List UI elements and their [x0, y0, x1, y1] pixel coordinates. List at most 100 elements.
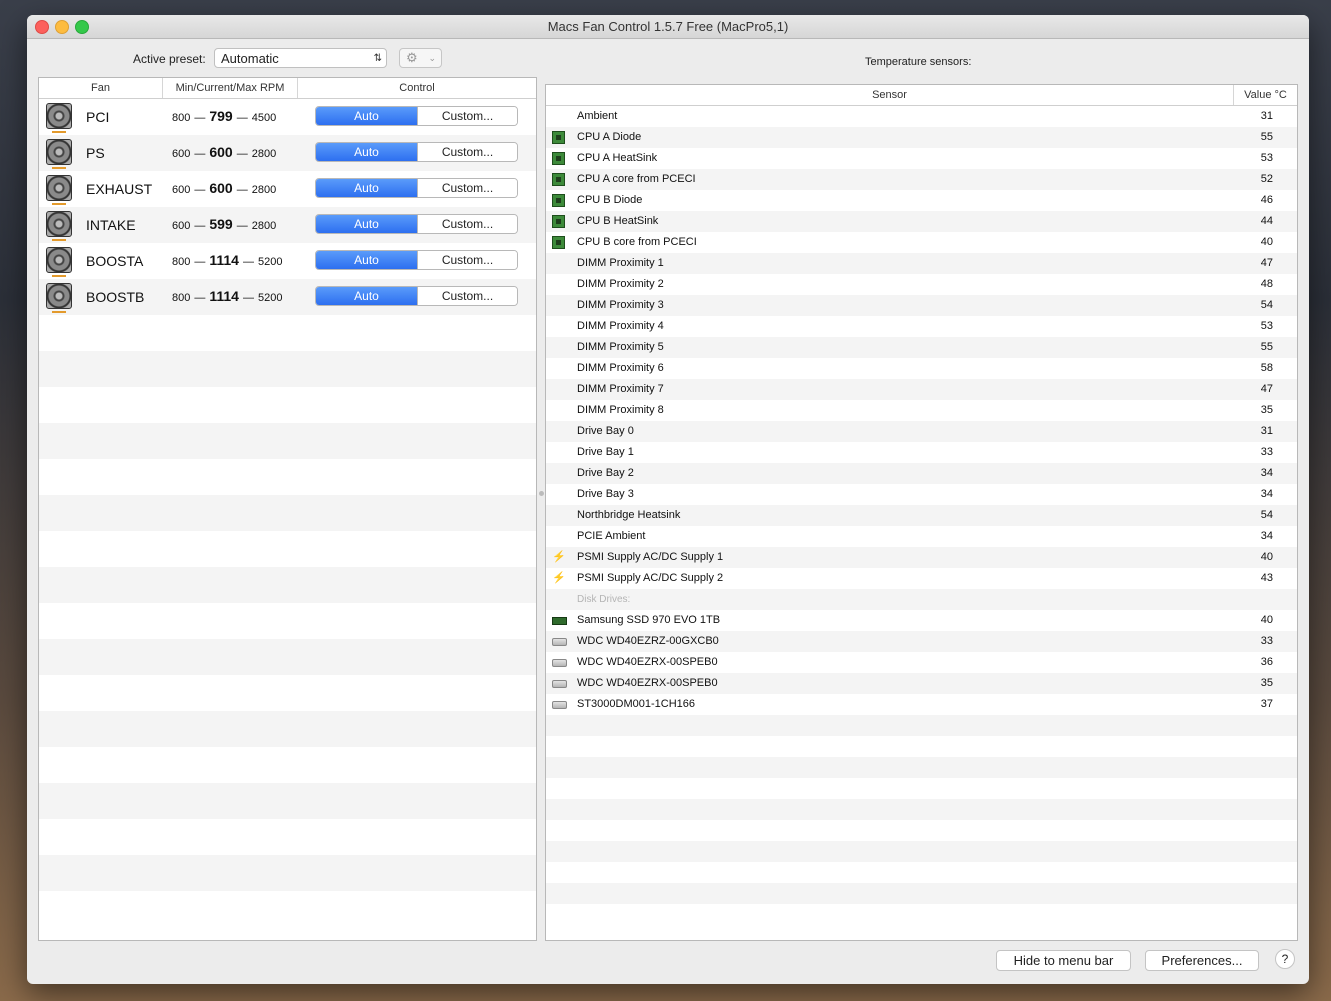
fan-rpm: 600—600—2800: [172, 144, 276, 160]
sensor-row[interactable]: CPU A Diode 55: [546, 127, 1297, 148]
app-window: Macs Fan Control 1.5.7 Free (MacPro5,1) …: [27, 15, 1309, 984]
fan-table-header: Fan Min/Current/Max RPM Control: [39, 78, 536, 99]
help-button[interactable]: ?: [1275, 949, 1295, 969]
preferences-button[interactable]: Preferences...: [1145, 950, 1259, 971]
fan-row[interactable]: PS 600—600—2800 Auto Custom...: [39, 135, 536, 171]
custom-button[interactable]: Custom...: [417, 143, 517, 161]
sensor-row[interactable]: DIMM Proximity 6 58: [546, 358, 1297, 379]
custom-button[interactable]: Custom...: [417, 251, 517, 269]
sensor-row[interactable]: Ambient 31: [546, 106, 1297, 127]
sensor-row[interactable]: CPU B HeatSink 44: [546, 211, 1297, 232]
sensor-row[interactable]: DIMM Proximity 4 53: [546, 316, 1297, 337]
sensor-name: CPU A core from PCECI: [577, 173, 696, 185]
sensor-value: 31: [1260, 110, 1273, 122]
sensor-row[interactable]: Drive Bay 3 34: [546, 484, 1297, 505]
rpm-separator: —: [236, 148, 248, 160]
fan-rpm: 600—600—2800: [172, 180, 276, 196]
column-header-value[interactable]: Value °C: [1234, 85, 1297, 105]
fan-current-rpm: 599: [209, 216, 233, 232]
sensor-row[interactable]: DIMM Proximity 1 47: [546, 253, 1297, 274]
column-header-fan[interactable]: Fan: [39, 78, 163, 98]
sensor-row[interactable]: WDC WD40EZRX-00SPEB0 36: [546, 652, 1297, 673]
close-window-button[interactable]: [35, 20, 49, 34]
preset-settings-button[interactable]: ⚙ ⌄: [399, 48, 442, 68]
sensor-row[interactable]: DIMM Proximity 3 54: [546, 295, 1297, 316]
custom-button[interactable]: Custom...: [417, 287, 517, 305]
fan-min-rpm: 600: [172, 148, 191, 160]
fan-row[interactable]: EXHAUST 600—600—2800 Auto Custom...: [39, 171, 536, 207]
fan-rpm: 800—799—4500: [172, 108, 276, 124]
split-divider-handle[interactable]: [539, 491, 544, 496]
fan-icon: [46, 103, 72, 133]
sensor-name: DIMM Proximity 2: [577, 278, 664, 290]
sensor-row[interactable]: CPU B Diode 46: [546, 190, 1297, 211]
fan-row[interactable]: INTAKE 600—599—2800 Auto Custom...: [39, 207, 536, 243]
column-header-control[interactable]: Control: [298, 78, 536, 98]
sensor-row[interactable]: DIMM Proximity 5 55: [546, 337, 1297, 358]
auto-button[interactable]: Auto: [316, 215, 417, 233]
sensor-row[interactable]: ST3000DM001-1CH166 37: [546, 694, 1297, 715]
sensor-row[interactable]: Drive Bay 0 31: [546, 421, 1297, 442]
sensor-name: CPU B core from PCECI: [577, 236, 697, 248]
column-header-rpm[interactable]: Min/Current/Max RPM: [163, 78, 298, 98]
sensor-row[interactable]: WDC WD40EZRZ-00GXCB0 33: [546, 631, 1297, 652]
empty-row: [39, 531, 536, 567]
sensor-row[interactable]: PCIE Ambient 34: [546, 526, 1297, 547]
rpm-separator: —: [194, 256, 206, 268]
fan-control-segment: Auto Custom...: [315, 250, 518, 270]
sensor-row[interactable]: ⚡ PSMI Supply AC/DC Supply 1 40: [546, 547, 1297, 568]
custom-button[interactable]: Custom...: [417, 107, 517, 125]
sensor-value: 55: [1260, 341, 1273, 353]
empty-row: [39, 747, 536, 783]
fan-max-rpm: 2800: [251, 220, 277, 232]
empty-row: [546, 862, 1297, 883]
column-header-sensor[interactable]: Sensor: [546, 85, 1234, 105]
custom-button[interactable]: Custom...: [417, 179, 517, 197]
chevron-down-icon: ⌄: [428, 53, 436, 63]
sensor-row[interactable]: DIMM Proximity 2 48: [546, 274, 1297, 295]
fan-row[interactable]: BOOSTA 800—1114—5200 Auto Custom...: [39, 243, 536, 279]
sensor-value: 37: [1260, 698, 1273, 710]
fan-row[interactable]: PCI 800—799—4500 Auto Custom...: [39, 99, 536, 135]
sensor-row[interactable]: DIMM Proximity 8 35: [546, 400, 1297, 421]
fan-rpm: 800—1114—5200: [172, 288, 282, 304]
custom-button[interactable]: Custom...: [417, 215, 517, 233]
empty-row: [546, 799, 1297, 820]
sensor-name: Drive Bay 2: [577, 467, 634, 479]
auto-button[interactable]: Auto: [316, 107, 417, 125]
rpm-separator: —: [194, 148, 206, 160]
sensor-row[interactable]: CPU A core from PCECI 52: [546, 169, 1297, 190]
sensor-row[interactable]: Drive Bay 2 34: [546, 463, 1297, 484]
sensor-name: PSMI Supply AC/DC Supply 2: [577, 572, 724, 584]
sensor-row[interactable]: Northbridge Heatsink 54: [546, 505, 1297, 526]
hard-drive-icon: [552, 659, 567, 667]
zoom-window-button[interactable]: [75, 20, 89, 34]
hide-to-menu-bar-button[interactable]: Hide to menu bar: [996, 950, 1131, 971]
minimize-window-button[interactable]: [55, 20, 69, 34]
fan-rpm: 800—1114—5200: [172, 252, 282, 268]
sensor-row[interactable]: WDC WD40EZRX-00SPEB0 35: [546, 673, 1297, 694]
empty-row: [546, 841, 1297, 862]
sensor-row[interactable]: DIMM Proximity 7 47: [546, 379, 1297, 400]
fan-current-rpm: 600: [209, 144, 233, 160]
auto-button[interactable]: Auto: [316, 251, 417, 269]
sensor-row[interactable]: CPU A HeatSink 53: [546, 148, 1297, 169]
sensor-value: 36: [1260, 656, 1273, 668]
title-bar: Macs Fan Control 1.5.7 Free (MacPro5,1): [27, 15, 1309, 39]
empty-row: [546, 883, 1297, 904]
empty-row: [39, 711, 536, 747]
auto-button[interactable]: Auto: [316, 287, 417, 305]
auto-button[interactable]: Auto: [316, 179, 417, 197]
fan-name: BOOSTA: [86, 253, 144, 269]
empty-row: [39, 891, 536, 927]
sensor-row[interactable]: Samsung SSD 970 EVO 1TB 40: [546, 610, 1297, 631]
sensor-row[interactable]: Drive Bay 1 33: [546, 442, 1297, 463]
empty-row: [39, 675, 536, 711]
fan-row[interactable]: BOOSTB 800—1114—5200 Auto Custom...: [39, 279, 536, 315]
sensor-value: 40: [1260, 614, 1273, 626]
active-preset-select[interactable]: Automatic ⇅: [214, 48, 387, 68]
sensor-value: 58: [1260, 362, 1273, 374]
auto-button[interactable]: Auto: [316, 143, 417, 161]
sensor-row[interactable]: CPU B core from PCECI 40: [546, 232, 1297, 253]
sensor-row[interactable]: ⚡ PSMI Supply AC/DC Supply 2 43: [546, 568, 1297, 589]
